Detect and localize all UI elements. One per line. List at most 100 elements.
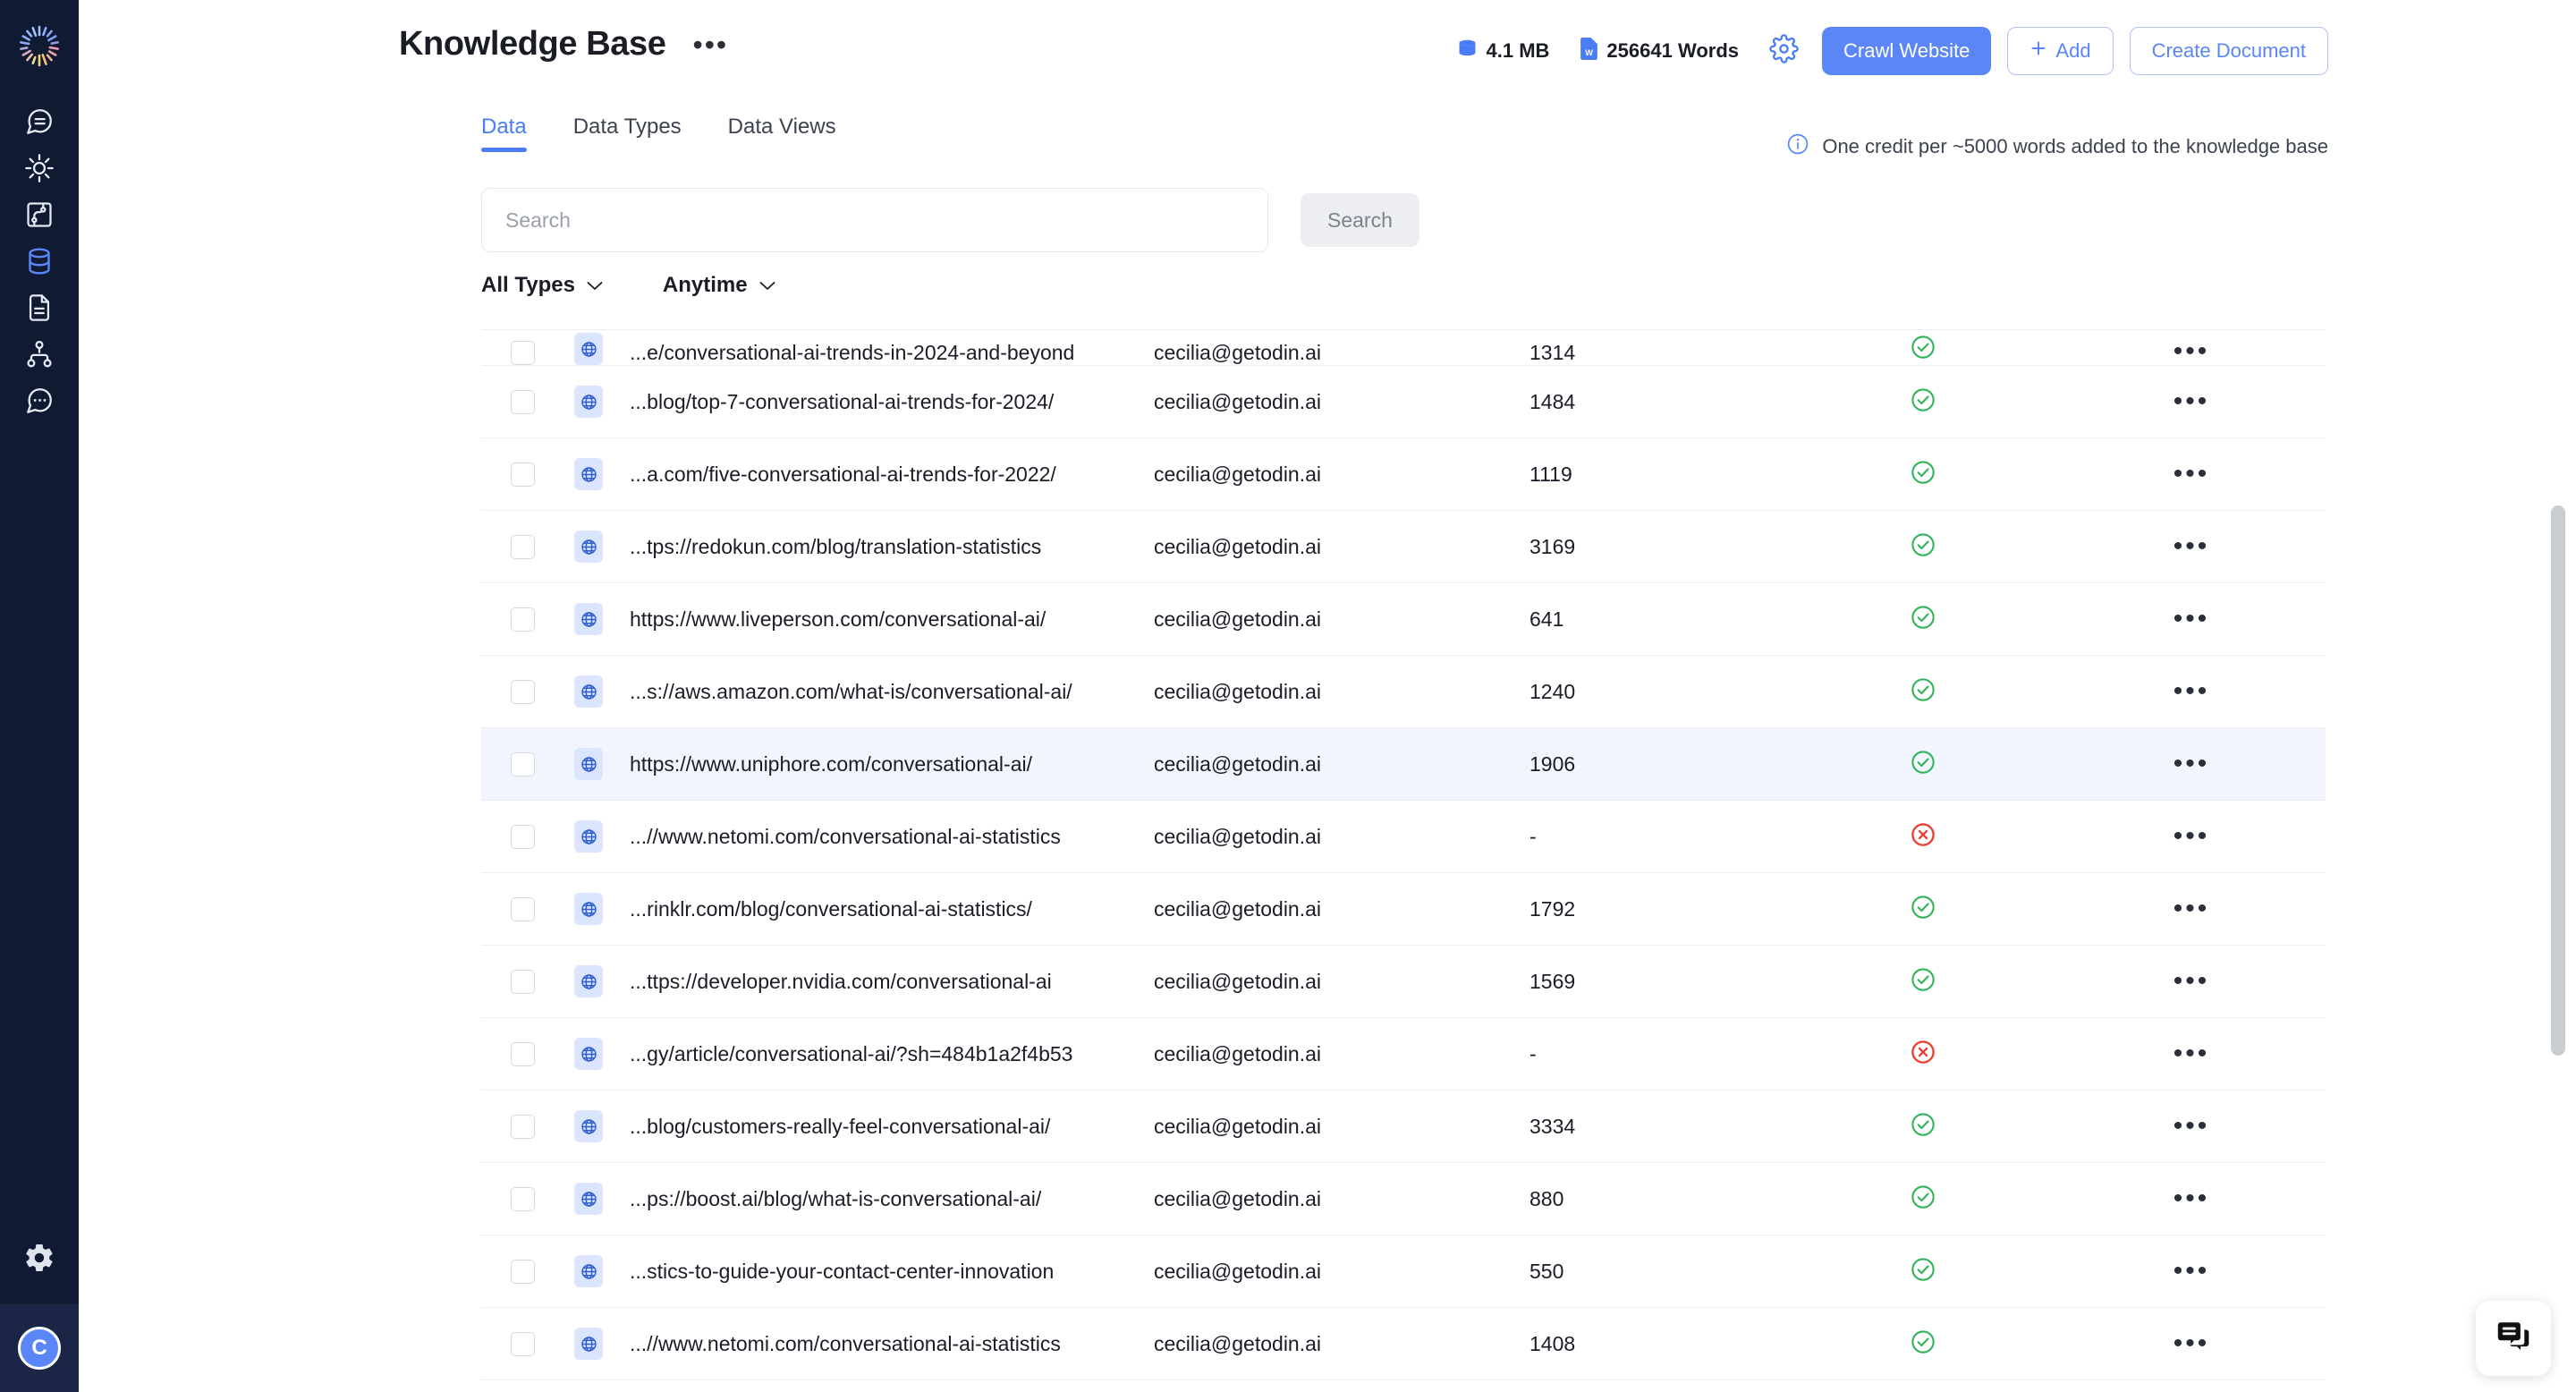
row-checkbox[interactable]: [510, 679, 535, 704]
chat-bubbles-icon: [2493, 1316, 2534, 1362]
row-checkbox[interactable]: [510, 534, 535, 559]
row-select-cell: [481, 389, 564, 414]
filter-all-types[interactable]: All Types: [481, 273, 604, 298]
hierarchy-icon: [24, 339, 55, 369]
row-more-menu-button[interactable]: •••: [2174, 461, 2210, 488]
row-owner: cecilia@getodin.ai: [1154, 1259, 1322, 1283]
word-document-icon: W: [1580, 37, 1598, 65]
row-word-count: -: [1530, 1041, 1537, 1065]
search-input[interactable]: [481, 188, 1268, 252]
row-checkbox[interactable]: [510, 389, 535, 414]
row-select-cell: [481, 1186, 564, 1211]
chat-widget-button[interactable]: [2476, 1301, 2551, 1376]
table-row[interactable]: ...blog/top-7-conversational-ai-trends-f…: [481, 366, 2326, 438]
row-url: ...s://aws.amazon.com/what-is/conversati…: [630, 679, 1072, 703]
row-more-menu-button[interactable]: •••: [2174, 823, 2210, 850]
row-more-menu-button[interactable]: •••: [2174, 895, 2210, 922]
table-row[interactable]: ...s://aws.amazon.com/what-is/conversati…: [481, 656, 2326, 728]
row-more-menu-button[interactable]: •••: [2174, 338, 2210, 365]
table-row[interactable]: ...rinklr.com/blog/conversational-ai-sta…: [481, 873, 2326, 946]
table-row[interactable]: ...blog/customers-really-feel-conversati…: [481, 1091, 2326, 1163]
app-logo[interactable]: [0, 13, 79, 79]
flow-map-icon: [24, 199, 55, 230]
row-word-count: 3169: [1530, 534, 1576, 558]
row-checkbox[interactable]: [510, 1259, 535, 1284]
sidebar-item-org[interactable]: [0, 331, 79, 378]
table-row[interactable]: ...tps://redokun.com/blog/translation-st…: [481, 511, 2326, 583]
row-url: ...e/conversational-ai-trends-in-2024-an…: [630, 341, 1075, 364]
sidebar-item-workflows[interactable]: [0, 191, 79, 238]
row-checkbox[interactable]: [510, 1331, 535, 1356]
row-more-menu-button[interactable]: •••: [2174, 606, 2210, 632]
data-table-container: ...e/conversational-ai-trends-in-2024-an…: [481, 329, 2326, 1392]
row-url: https://www.liveperson.com/conversationa…: [630, 607, 1046, 631]
row-more-menu-button[interactable]: •••: [2174, 678, 2210, 705]
row-checkbox[interactable]: [510, 824, 535, 849]
row-more-menu-button[interactable]: •••: [2174, 1113, 2210, 1140]
row-more-menu-button[interactable]: •••: [2174, 388, 2210, 415]
table-row[interactable]: ...stics-to-guide-your-contact-center-in…: [481, 1235, 2326, 1308]
table-row[interactable]: ...a.com/five-conversational-ai-trends-f…: [481, 438, 2326, 511]
row-checkbox[interactable]: [510, 607, 535, 632]
table-row[interactable]: ...gy/article/conversational-ai/?sh=484b…: [481, 1018, 2326, 1091]
row-more-menu-button[interactable]: •••: [2174, 1258, 2210, 1285]
avatar: C: [18, 1327, 61, 1370]
page-header: Knowledge Base ••• 4.1 MB W 256641 Words…: [79, 0, 2576, 106]
row-checkbox[interactable]: [510, 1186, 535, 1211]
table-row[interactable]: ...e/conversational-ai-trends-in-2024-an…: [481, 330, 2326, 366]
table-row[interactable]: ...//www.netomi.com/conversational-ai-st…: [481, 1308, 2326, 1380]
table-scrollbar-thumb[interactable]: [2551, 505, 2565, 1056]
row-checkbox[interactable]: [510, 751, 535, 777]
row-owner: cecilia@getodin.ai: [1154, 389, 1322, 413]
tab-data[interactable]: Data: [481, 115, 527, 152]
row-url: ...blog/top-7-conversational-ai-trends-f…: [630, 389, 1055, 413]
page-more-menu-button[interactable]: •••: [687, 27, 733, 63]
globe-icon: [574, 675, 603, 708]
row-type-cell: [564, 1110, 614, 1142]
sidebar-item-knowledge-base[interactable]: [0, 238, 79, 284]
row-more-menu-button[interactable]: •••: [2174, 533, 2210, 560]
row-status: [1789, 1328, 2057, 1360]
row-url: ...ps://boost.ai/blog/what-is-conversati…: [630, 1186, 1042, 1210]
row-more-menu-button[interactable]: •••: [2174, 1040, 2210, 1067]
row-checkbox[interactable]: [510, 1041, 535, 1066]
tab-data-views[interactable]: Data Views: [728, 115, 836, 152]
chat-lines-icon: [24, 106, 55, 137]
table-row[interactable]: ...ps://boost.ai/blog/what-is-conversati…: [481, 1163, 2326, 1235]
row-url: ...a.com/five-conversational-ai-trends-f…: [630, 462, 1056, 486]
row-actions-cell: •••: [2057, 895, 2326, 922]
row-word-count: 550: [1530, 1259, 1564, 1283]
table-row[interactable]: ...//www.netomi.com/conversational-ai-st…: [481, 801, 2326, 873]
add-button[interactable]: Add: [2007, 27, 2114, 75]
row-checkbox[interactable]: [510, 1114, 535, 1139]
filter-anytime[interactable]: Anytime: [663, 273, 776, 298]
sidebar-item-conversations[interactable]: [0, 98, 79, 145]
row-more-menu-button[interactable]: •••: [2174, 751, 2210, 777]
table-row[interactable]: ...ttps://developer.nvidia.com/conversat…: [481, 946, 2326, 1018]
globe-icon: [574, 893, 603, 925]
row-more-menu-button[interactable]: •••: [2174, 1330, 2210, 1357]
row-more-menu-button[interactable]: •••: [2174, 1185, 2210, 1212]
credit-note-text: One credit per ~5000 words added to the …: [1822, 135, 2328, 157]
sidebar-settings-button[interactable]: [0, 1215, 79, 1304]
row-checkbox[interactable]: [510, 462, 535, 487]
tab-data-types[interactable]: Data Types: [573, 115, 682, 152]
search-button[interactable]: Search: [1301, 193, 1419, 247]
row-status: [1789, 1111, 2057, 1142]
table-row[interactable]: https://www.uniphore.com/conversational-…: [481, 728, 2326, 801]
row-checkbox[interactable]: [510, 896, 535, 921]
sidebar-item-documents[interactable]: [0, 284, 79, 331]
header-settings-button[interactable]: [1769, 34, 1799, 68]
row-checkbox[interactable]: [510, 969, 535, 994]
row-more-menu-button[interactable]: •••: [2174, 968, 2210, 995]
row-select-cell: [481, 969, 564, 994]
globe-icon: [574, 1110, 603, 1142]
sidebar-item-automation[interactable]: [0, 145, 79, 191]
user-avatar-button[interactable]: C: [0, 1304, 79, 1392]
row-checkbox[interactable]: [510, 341, 535, 365]
crawl-website-button[interactable]: Crawl Website: [1822, 27, 1992, 75]
app-logo-icon: [20, 25, 59, 67]
create-document-button[interactable]: Create Document: [2129, 27, 2328, 75]
table-row[interactable]: https://www.liveperson.com/conversationa…: [481, 583, 2326, 656]
sidebar-item-chat[interactable]: [0, 378, 79, 424]
